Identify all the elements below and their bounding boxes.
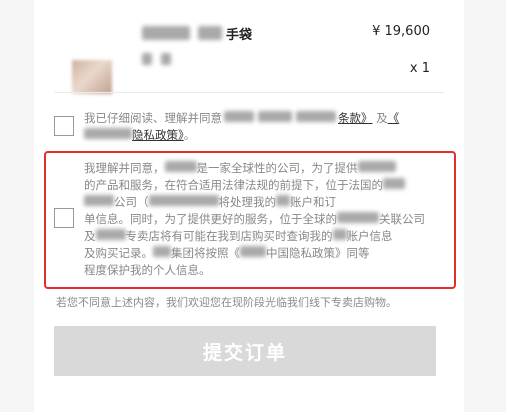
consent-text-part: 我已仔细阅读、理解并同意 <box>84 111 222 125</box>
consent-text-part: 将处理我的 <box>218 195 277 209</box>
consent-text-part: 及购买记录。 <box>84 246 153 260</box>
redacted-text <box>84 128 132 139</box>
terms-checkbox[interactable] <box>54 116 74 136</box>
redacted-text <box>224 111 254 122</box>
redacted-text <box>296 111 336 122</box>
redacted-text <box>161 53 172 65</box>
product-name: 手袋 <box>142 22 252 44</box>
product-variant <box>142 50 172 69</box>
consent-text-part: 公司（ <box>114 195 149 209</box>
terms-link[interactable]: 条款》 <box>338 111 373 125</box>
order-page: 手袋 ¥ 19,600 x 1 我已仔细阅读、理解并同意 条款》 及《 隐私政策》… <box>34 0 464 412</box>
redacted-text <box>337 212 379 223</box>
redacted-text <box>95 229 126 240</box>
redacted-text <box>142 53 152 65</box>
redacted-text <box>240 246 266 257</box>
consent-text-part: 关联公 <box>379 212 414 226</box>
redacted-text <box>198 26 222 40</box>
submit-order-button[interactable]: 提交订单 <box>54 326 436 376</box>
privacy-policy-link[interactable]: 隐私政策》 <box>132 128 184 142</box>
consent-text-part: 及 <box>84 229 96 243</box>
redacted-text <box>357 161 396 172</box>
disagree-notice: 若您不同意上述内容，我们欢迎您在现阶段光临我们线下专卖店购物。 <box>56 296 397 309</box>
divider <box>54 92 444 93</box>
redacted-text <box>148 195 219 206</box>
consent-text-part: 单信息。同时，为了提供更好的服务，位于全球的 <box>84 212 337 226</box>
redacted-text <box>383 178 405 189</box>
consent-text-part: 的产品和服务，在符合适用法律法规的前提下，位于法国的 <box>84 178 383 192</box>
consent-text-part: 及 <box>376 111 388 125</box>
consent-text-part: 程度保护我的个人信息。 <box>84 263 211 277</box>
privacy-link-open[interactable]: 《 <box>388 111 400 125</box>
redacted-text <box>164 161 197 172</box>
consent-text-part: 。 <box>183 128 196 142</box>
product-thumbnail <box>72 60 112 94</box>
redacted-text <box>84 195 114 206</box>
consent-text-part: 集团将按照《 <box>171 246 240 260</box>
redacted-text <box>276 195 290 206</box>
terms-consent-text: 我已仔细阅读、理解并同意 条款》 及《 隐私政策》。 <box>84 110 434 144</box>
redacted-text <box>258 111 292 122</box>
redacted-text <box>153 246 171 257</box>
consent-text-part: 是一家全球性的公司，为了提供 <box>196 161 358 175</box>
product-name-suffix: 手袋 <box>226 27 253 43</box>
redacted-text <box>332 229 347 240</box>
redacted-text <box>142 26 190 40</box>
data-transfer-consent-text: 我理解并同意， 是一家全球性的公司，为了提供 的产品和服务，在符合适用法律法规的前… <box>84 160 444 279</box>
consent-text-part: 账户和订 <box>290 195 336 209</box>
product-price: ¥ 19,600 <box>372 24 430 39</box>
consent-text-part: 我理解并同意， <box>84 161 165 175</box>
consent-text-part: 司 <box>413 212 426 226</box>
consent-text-part: 中国隐私政策》同等 <box>266 246 370 260</box>
consent-text-part: 专卖店将有可能在我到店购买时查询我的 <box>125 229 333 243</box>
data-transfer-checkbox[interactable] <box>54 208 74 228</box>
product-quantity: x 1 <box>409 61 430 76</box>
consent-text-part: 账户信息 <box>346 229 393 243</box>
